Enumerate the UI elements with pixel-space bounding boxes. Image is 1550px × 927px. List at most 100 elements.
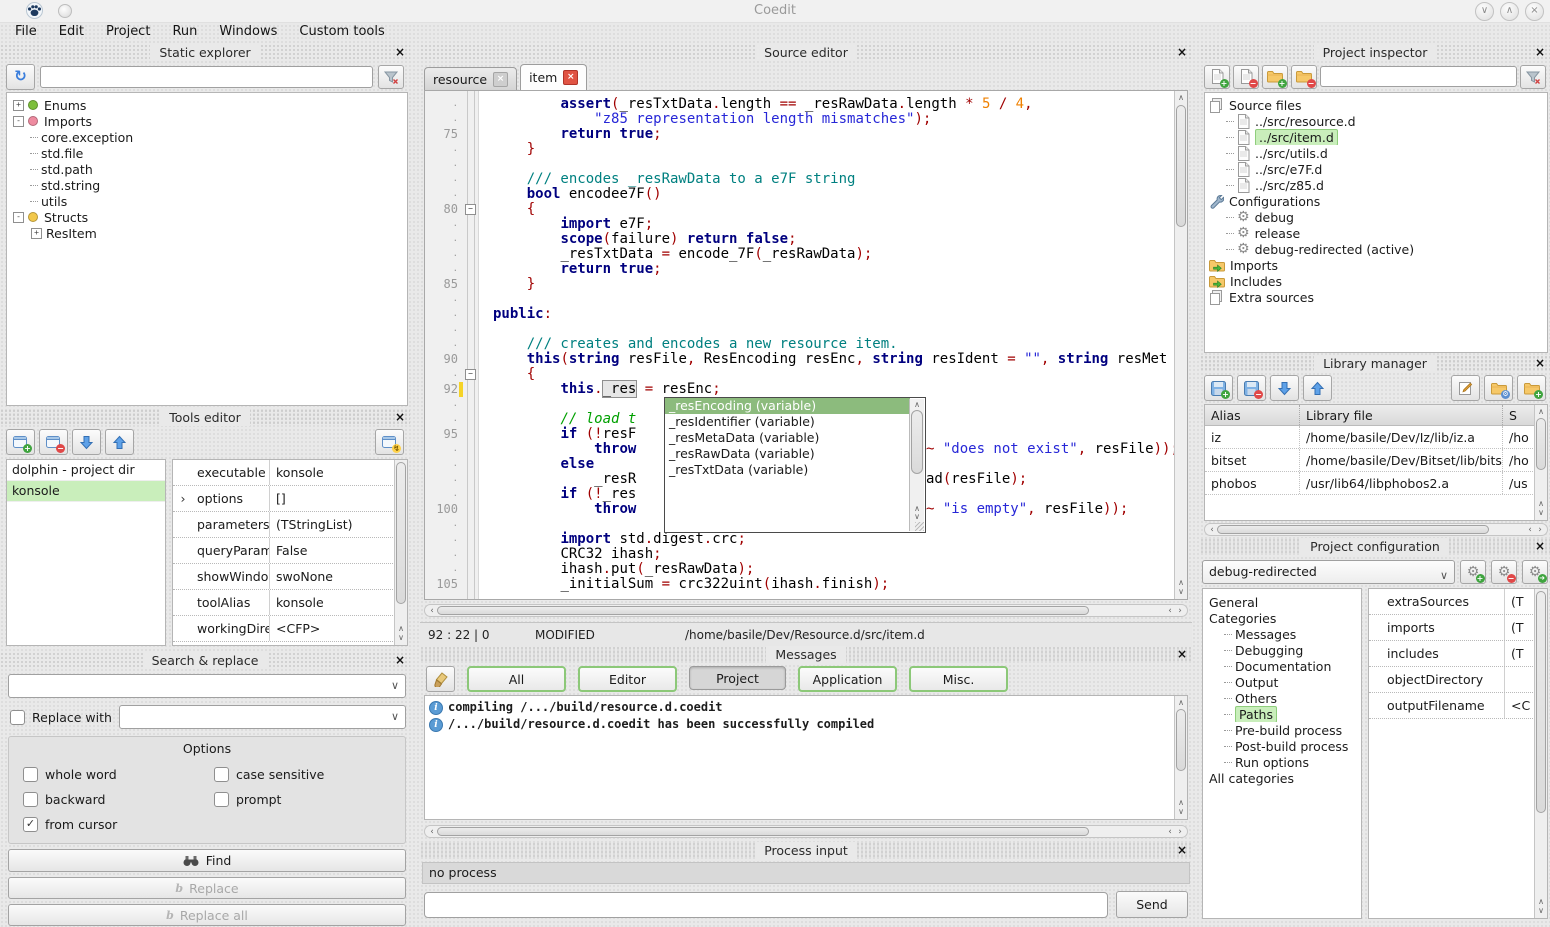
- config-category[interactable]: Categories: [1203, 610, 1361, 626]
- close-icon[interactable]: ×: [395, 652, 405, 668]
- backward-checkbox[interactable]: [23, 792, 38, 807]
- remove-config-button[interactable]: ⚙−: [1491, 560, 1517, 584]
- messages-hscrollbar[interactable]: ‹ ‹›: [424, 825, 1188, 838]
- scroll-thumb[interactable]: [1176, 105, 1186, 227]
- property-row[interactable]: ›options[]: [173, 486, 407, 512]
- collapse-icon[interactable]: -: [13, 212, 24, 223]
- project-tree-item[interactable]: ⚙debug-redirected (active): [1205, 241, 1547, 257]
- editor-hscrollbar[interactable]: ‹ ‹›: [424, 604, 1188, 617]
- completion-item[interactable]: _resEncoding (variable): [665, 398, 910, 414]
- menu-edit[interactable]: Edit: [48, 22, 95, 43]
- tree-item[interactable]: +Enums: [7, 97, 407, 113]
- filter-editor[interactable]: Editor: [578, 666, 677, 692]
- table-row[interactable]: phobos/usr/lib64/libphobos2.a/us: [1205, 472, 1547, 495]
- resize-grip[interactable]: [915, 522, 924, 531]
- case-sensitive-checkbox[interactable]: [214, 767, 229, 782]
- menu-custom-tools[interactable]: Custom tools: [288, 22, 395, 43]
- completion-item[interactable]: _resMetaData (variable): [665, 430, 910, 446]
- filter-misc[interactable]: Misc.: [909, 666, 1008, 692]
- clear-messages-button[interactable]: [426, 666, 455, 692]
- close-icon[interactable]: ×: [1177, 44, 1187, 60]
- config-category[interactable]: Pre-build process: [1203, 722, 1361, 738]
- property-row[interactable]: imports(T: [1369, 615, 1547, 641]
- move-library-down-button[interactable]: [1270, 375, 1299, 401]
- tree-item[interactable]: core.exception: [7, 129, 407, 145]
- property-row[interactable]: includes(T: [1369, 641, 1547, 667]
- filter-button[interactable]: [378, 65, 404, 89]
- property-row[interactable]: outputFilename<C: [1369, 693, 1547, 719]
- project-tree-item[interactable]: ../src/utils.d: [1205, 145, 1547, 161]
- editor-vscrollbar[interactable]: ∧ ∧∨: [1174, 91, 1187, 599]
- project-tree-item[interactable]: ⚙debug: [1205, 209, 1547, 225]
- tool-list-item[interactable]: dolphin - project dir: [7, 460, 165, 481]
- filter-all[interactable]: All: [467, 666, 566, 692]
- scroll-thumb[interactable]: [911, 410, 923, 474]
- config-category[interactable]: All categories: [1203, 770, 1361, 786]
- column-header[interactable]: Library file: [1300, 405, 1503, 425]
- fold-collapse-icon[interactable]: −: [465, 369, 476, 380]
- prompt-checkbox[interactable]: [214, 792, 229, 807]
- replace-all-button[interactable]: b Replace all: [8, 904, 406, 926]
- config-vscrollbar[interactable]: ∧∨: [1534, 589, 1547, 918]
- expand-icon[interactable]: +: [31, 228, 42, 239]
- tree-item[interactable]: std.path: [7, 161, 407, 177]
- table-row[interactable]: iz/home/basile/Dev/Iz/lib/iz.a/ho: [1205, 426, 1547, 449]
- add-library-button[interactable]: +: [1204, 375, 1233, 401]
- config-category[interactable]: Messages: [1203, 626, 1361, 642]
- close-icon[interactable]: ×: [1535, 355, 1545, 371]
- config-category[interactable]: Documentation: [1203, 658, 1361, 674]
- tools-vscrollbar[interactable]: ∧∨: [394, 460, 407, 645]
- filter-application[interactable]: Application: [798, 666, 897, 692]
- config-category[interactable]: Run options: [1203, 754, 1361, 770]
- whole-word-checkbox[interactable]: [23, 767, 38, 782]
- filter-button[interactable]: [1520, 65, 1546, 89]
- table-row[interactable]: bitset/home/basile/Dev/Bitset/lib/bitse/…: [1205, 449, 1547, 472]
- add-config-button[interactable]: ⚙+: [1460, 560, 1486, 584]
- property-row[interactable]: objectDirectory: [1369, 667, 1547, 693]
- tree-item[interactable]: -Structs: [7, 209, 407, 225]
- completion-item[interactable]: _resRawData (variable): [665, 446, 910, 462]
- scroll-thumb[interactable]: [1536, 591, 1546, 813]
- remove-library-button[interactable]: −: [1237, 375, 1266, 401]
- completion-item[interactable]: _resTxtData (variable): [665, 462, 910, 478]
- property-row[interactable]: executablekonsole: [173, 460, 407, 486]
- tool-list-item[interactable]: konsole: [7, 481, 165, 502]
- config-category[interactable]: Output: [1203, 674, 1361, 690]
- tree-item[interactable]: std.string: [7, 177, 407, 193]
- messages-vscrollbar[interactable]: ∧ ∧∨: [1174, 696, 1187, 819]
- menu-file[interactable]: File: [4, 22, 48, 43]
- search-combo[interactable]: ∨: [8, 674, 406, 698]
- tree-item[interactable]: +ResItem: [7, 225, 407, 241]
- editor-tab-item[interactable]: item×: [520, 64, 587, 90]
- menu-windows[interactable]: Windows: [208, 22, 288, 43]
- from-cursor-checkbox[interactable]: ✓: [23, 817, 38, 832]
- fold-collapse-icon[interactable]: −: [465, 204, 476, 215]
- tree-item[interactable]: -Imports: [7, 113, 407, 129]
- menu-run[interactable]: Run: [161, 22, 208, 43]
- property-row[interactable]: toolAliaskonsole: [173, 590, 407, 616]
- project-tree-item[interactable]: Configurations: [1205, 193, 1547, 209]
- add-folder-button[interactable]: +: [1262, 65, 1288, 89]
- remove-folder-button[interactable]: −: [1291, 65, 1317, 89]
- close-button[interactable]: ×: [1525, 2, 1544, 21]
- scroll-thumb[interactable]: [396, 462, 406, 604]
- code-editor[interactable]: ..75....80−....85....90.−92..95....100..…: [424, 90, 1188, 600]
- move-tool-down-button[interactable]: [72, 429, 101, 455]
- library-vscrollbar[interactable]: ∧ ∧∨: [1534, 405, 1547, 520]
- tree-item[interactable]: std.file: [7, 145, 407, 161]
- close-icon[interactable]: ×: [1177, 842, 1187, 858]
- close-icon[interactable]: ×: [1535, 538, 1545, 554]
- config-category[interactable]: Post-build process: [1203, 738, 1361, 754]
- find-button[interactable]: Find: [8, 849, 406, 872]
- library-hscrollbar[interactable]: ‹ ‹›: [1204, 523, 1548, 536]
- scroll-thumb[interactable]: [437, 606, 1089, 615]
- tab-close-icon[interactable]: ×: [493, 72, 508, 87]
- clone-config-button[interactable]: ⚙➜: [1522, 560, 1548, 584]
- message-row[interactable]: i/.../build/resource.d.coedit has been s…: [425, 716, 1187, 733]
- scroll-thumb[interactable]: [437, 827, 1089, 836]
- property-row[interactable]: queryParameFalse: [173, 538, 407, 564]
- remove-tool-button[interactable]: −: [39, 429, 68, 455]
- replace-button[interactable]: b Replace: [8, 877, 406, 899]
- completion-item[interactable]: _resIdentifier (variable): [665, 414, 910, 430]
- config-category[interactable]: Others: [1203, 690, 1361, 706]
